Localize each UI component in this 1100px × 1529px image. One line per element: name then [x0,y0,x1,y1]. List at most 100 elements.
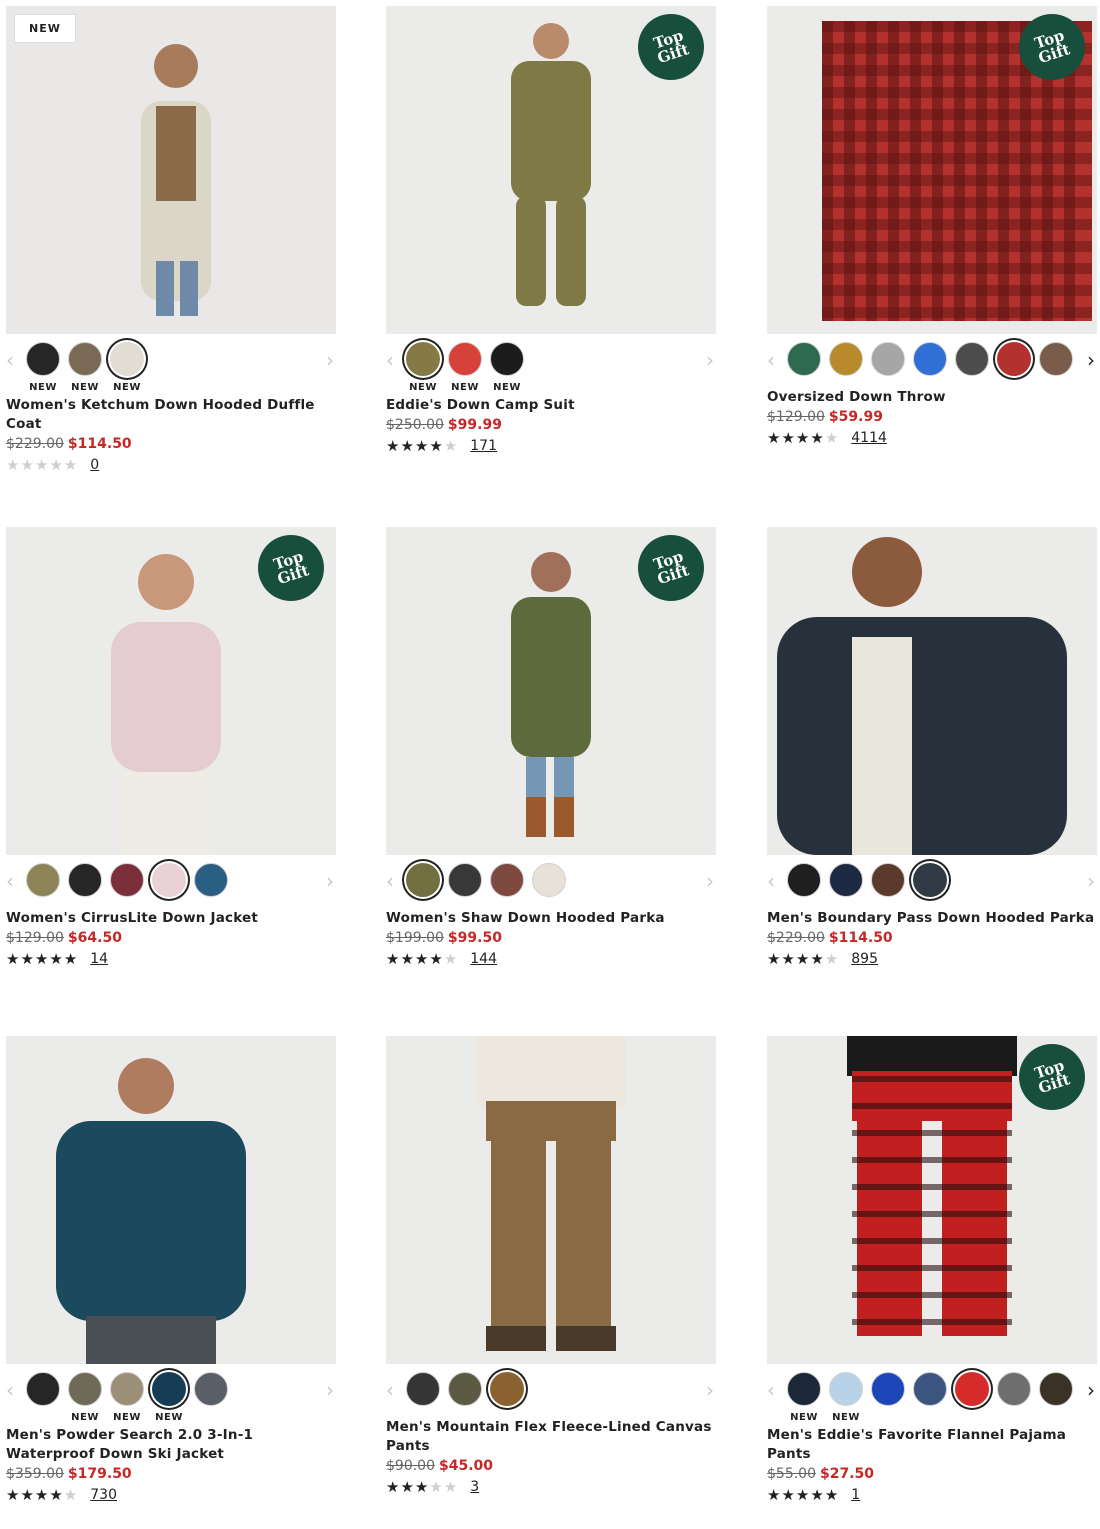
review-count-link[interactable]: 4114 [851,430,887,446]
swatch-color [913,863,947,897]
review-count-link[interactable]: 144 [470,951,497,967]
product-name[interactable]: Women's Ketchum Down Hooded Duffle Coat [6,396,336,434]
chevron-left-icon[interactable]: ‹ [767,1380,775,1400]
chevron-right-icon[interactable]: › [1087,1380,1095,1400]
color-swatch[interactable] [406,863,440,915]
product-image[interactable]: Top Gift [6,527,336,855]
chevron-right-icon[interactable]: › [706,871,714,891]
color-swatch[interactable] [152,863,186,915]
chevron-left-icon[interactable]: ‹ [6,871,14,891]
rating: ★★★★★ 144 [386,950,716,968]
color-swatch[interactable] [194,863,228,915]
product-image[interactable] [386,1036,716,1364]
color-swatch[interactable] [490,863,524,915]
color-swatch[interactable]: NEW [68,1372,102,1424]
color-swatch[interactable] [997,1372,1031,1424]
review-count-link[interactable]: 171 [470,438,497,454]
star-icon: ★ [414,1478,430,1496]
swatch-new-tag: NEW [71,1412,99,1423]
color-swatch[interactable] [448,1372,482,1424]
color-swatch[interactable] [913,863,947,915]
chevron-left-icon[interactable]: ‹ [386,871,394,891]
color-swatch[interactable] [1039,342,1073,394]
star-icon: ★ [795,1486,811,1504]
top-gift-badge: Top Gift [1019,14,1085,80]
swatch-carousel: ‹ NEW NEW NEW › [6,1372,336,1426]
color-swatch[interactable] [787,342,821,394]
color-swatch[interactable] [68,863,102,915]
chevron-left-icon[interactable]: ‹ [386,350,394,370]
product-image[interactable] [6,1036,336,1364]
review-count-link[interactable]: 3 [470,1479,479,1495]
review-count-link[interactable]: 1 [851,1487,860,1503]
product-image[interactable]: Top Gift [767,1036,1097,1364]
color-swatch[interactable] [194,1372,228,1424]
swatch-new-tag: NEW [155,1412,183,1423]
color-swatch[interactable]: NEW [490,342,524,394]
color-swatch[interactable] [871,863,905,915]
swatch-color [68,342,102,376]
star-icon: ★ [6,456,21,474]
color-swatch[interactable] [26,863,60,915]
color-swatch[interactable] [829,342,863,394]
chevron-right-icon[interactable]: › [1087,871,1095,891]
star-icon: ★ [6,950,21,968]
color-swatch[interactable] [26,1372,60,1424]
color-swatch[interactable] [955,1372,989,1424]
color-swatch[interactable]: NEW [68,342,102,394]
sale-price: $114.50 [828,930,893,946]
color-swatch[interactable]: NEW [787,1372,821,1424]
chevron-left-icon[interactable]: ‹ [767,871,775,891]
color-swatch[interactable] [913,1372,947,1424]
swatch-list: NEW NEW NEW [406,342,524,394]
review-count-link[interactable]: 730 [90,1487,117,1503]
review-count-link[interactable]: 895 [851,951,878,967]
product-image[interactable]: Top Gift [386,527,716,855]
product-image[interactable]: Top Gift [386,6,716,334]
color-swatch[interactable]: NEW [152,1372,186,1424]
chevron-left-icon[interactable]: ‹ [6,1380,14,1400]
review-count-link[interactable]: 14 [90,951,108,967]
review-count-link[interactable]: 0 [90,457,99,473]
swatch-new-tag: NEW [71,382,99,393]
color-swatch[interactable] [871,342,905,394]
product-image[interactable]: NEW [6,6,336,334]
swatch-color [1039,342,1073,376]
chevron-right-icon[interactable]: › [706,1380,714,1400]
chevron-right-icon[interactable]: › [706,350,714,370]
chevron-right-icon[interactable]: › [326,871,334,891]
color-swatch[interactable]: NEW [829,1372,863,1424]
color-swatch[interactable] [110,863,144,915]
color-swatch[interactable]: NEW [110,342,144,394]
color-swatch[interactable] [490,1372,524,1424]
product-name[interactable]: Men's Powder Search 2.0 3-In-1 Waterproo… [6,1426,336,1464]
product-image[interactable]: Top Gift [767,6,1097,334]
swatch-list [26,863,228,915]
color-swatch[interactable] [787,863,821,915]
chevron-right-icon[interactable]: › [1087,350,1095,370]
color-swatch[interactable] [829,863,863,915]
product-image[interactable] [767,527,1097,855]
product-name[interactable]: Men's Eddie's Favorite Flannel Pajama Pa… [767,1426,1097,1464]
chevron-left-icon[interactable]: ‹ [767,350,775,370]
color-swatch[interactable] [997,342,1031,394]
color-swatch[interactable]: NEW [110,1372,144,1424]
color-swatch[interactable] [871,1372,905,1424]
chevron-right-icon[interactable]: › [326,350,334,370]
product-name[interactable]: Eddie's Down Camp Suit [386,396,716,415]
color-swatch[interactable] [448,863,482,915]
swatch-color [26,1372,60,1406]
color-swatch[interactable] [955,342,989,394]
color-swatch[interactable] [406,1372,440,1424]
color-swatch[interactable] [532,863,566,915]
chevron-right-icon[interactable]: › [326,1380,334,1400]
star-icon: ★ [63,456,79,474]
color-swatch[interactable]: NEW [406,342,440,394]
color-swatch[interactable]: NEW [26,342,60,394]
color-swatch[interactable] [913,342,947,394]
color-swatch[interactable]: NEW [448,342,482,394]
chevron-left-icon[interactable]: ‹ [6,350,14,370]
swatch-color [406,342,440,376]
chevron-left-icon[interactable]: ‹ [386,1380,394,1400]
color-swatch[interactable] [1039,1372,1073,1424]
